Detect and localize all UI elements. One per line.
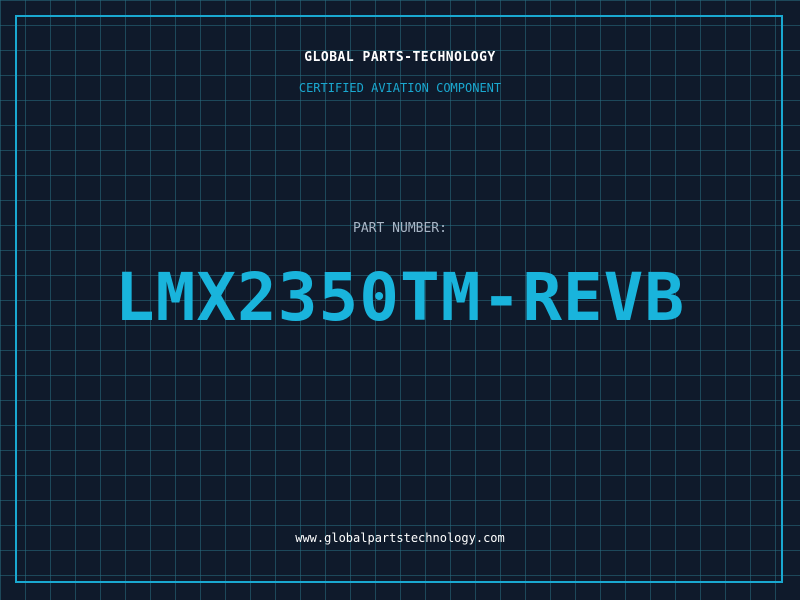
part-number-label: PART NUMBER: — [353, 221, 447, 236]
company-name: GLOBAL PARTS-TECHNOLOGY — [304, 50, 496, 65]
website-url: www.globalpartstechnology.com — [295, 531, 505, 545]
label-canvas: GLOBAL PARTS-TECHNOLOGY CERTIFIED AVIATI… — [0, 0, 800, 600]
certification-tagline: CERTIFIED AVIATION COMPONENT — [298, 81, 502, 95]
part-number-value: LMX2350TM-REVB — [114, 259, 686, 336]
